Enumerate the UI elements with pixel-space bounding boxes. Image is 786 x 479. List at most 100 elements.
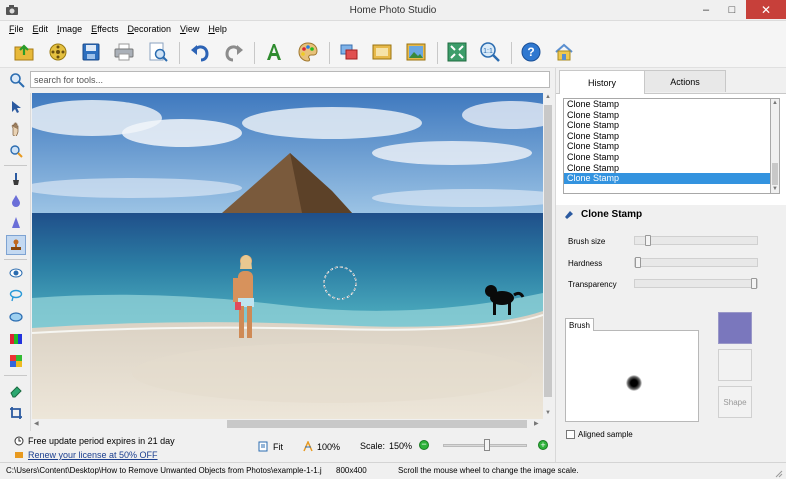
zoom-tool[interactable] — [6, 141, 26, 161]
secondary-swatch[interactable] — [718, 349, 752, 381]
history-item[interactable]: Clone Stamp — [564, 131, 770, 142]
hardness-knob[interactable] — [635, 257, 641, 268]
history-item[interactable]: Clone Stamp — [564, 152, 770, 163]
tool-separator — [4, 259, 27, 260]
hardness-slider[interactable] — [634, 257, 758, 268]
transparency-slider[interactable] — [634, 278, 758, 289]
mosaic-tool[interactable] — [6, 351, 26, 371]
menu-edit[interactable]: Edit — [33, 24, 49, 34]
select-tool[interactable] — [6, 97, 26, 117]
brush-size-slider[interactable] — [634, 235, 758, 246]
color-adjust-tool[interactable] — [6, 329, 26, 349]
tab-history[interactable]: History — [559, 70, 645, 94]
history-item[interactable]: Clone Stamp — [564, 141, 770, 152]
help-button[interactable]: ? — [518, 39, 544, 65]
history-list[interactable]: Clone Stamp Clone Stamp Clone Stamp Clon… — [563, 98, 771, 194]
layers-button[interactable] — [336, 39, 362, 65]
menu-view[interactable]: View — [180, 24, 199, 34]
open-folder-button[interactable] — [11, 39, 37, 65]
zoom-100-button[interactable]: 100% — [303, 441, 340, 452]
eraser-icon — [10, 386, 22, 398]
preview-button[interactable] — [145, 39, 171, 65]
minimize-button[interactable]: – — [693, 0, 719, 19]
menu-effects[interactable]: Effects — [91, 24, 118, 34]
fit-button[interactable]: Fit — [258, 441, 283, 452]
scroll-left-icon[interactable]: ◀ — [34, 420, 39, 427]
scale-slider-knob[interactable] — [484, 439, 490, 451]
history-item[interactable]: Clone Stamp — [564, 120, 770, 131]
blur-tool[interactable] — [6, 191, 26, 211]
fit-window-button[interactable] — [444, 39, 470, 65]
hand-tool[interactable] — [6, 119, 26, 139]
browse-button[interactable] — [45, 39, 71, 65]
eye-icon — [9, 268, 23, 278]
color-palette-button[interactable] — [295, 39, 321, 65]
history-item[interactable]: Clone Stamp — [564, 99, 770, 110]
history-item[interactable]: Clone Stamp — [564, 110, 770, 121]
brush-tool[interactable] — [6, 169, 26, 189]
crop-icon — [10, 407, 22, 419]
lasso-tool[interactable] — [6, 285, 26, 305]
title-bar: Home Photo Studio – □ ✕ — [0, 0, 786, 21]
canvas-vertical-scrollbar[interactable]: ▲ ▼ — [543, 93, 553, 419]
clone-stamp-tool[interactable] — [6, 235, 26, 255]
print-button[interactable] — [111, 39, 137, 65]
brush-tab[interactable]: Brush — [565, 318, 594, 331]
undo-arrow-icon — [191, 45, 209, 62]
tool-options-header: Clone Stamp — [563, 208, 642, 220]
image-canvas[interactable] — [32, 93, 543, 419]
menu-image[interactable]: Image — [57, 24, 82, 34]
shape-button[interactable]: Shape — [718, 386, 752, 418]
redo-button[interactable] — [221, 39, 247, 65]
history-scrollbar[interactable]: ▲ ▼ — [771, 98, 780, 194]
left-toolbar — [0, 93, 31, 433]
undo-button[interactable] — [187, 39, 213, 65]
frame-button[interactable] — [369, 39, 395, 65]
history-item[interactable]: Clone Stamp — [564, 163, 770, 174]
close-button[interactable]: ✕ — [746, 0, 786, 19]
renew-license-link[interactable]: Renew your license at 50% OFF — [28, 450, 158, 460]
tool-search-input[interactable] — [30, 71, 550, 88]
horizontal-scroll-thumb[interactable] — [227, 420, 527, 428]
brush-preview[interactable] — [565, 330, 699, 422]
tab-actions[interactable]: Actions — [644, 70, 726, 92]
ellipse-select-tool[interactable] — [6, 307, 26, 327]
menu-decoration[interactable]: Decoration — [127, 24, 171, 34]
photo-button[interactable] — [403, 39, 429, 65]
maximize-button[interactable]: □ — [719, 0, 745, 19]
toolbar-separator — [437, 42, 438, 64]
status-hint: Scroll the mouse wheel to change the ima… — [398, 466, 579, 475]
crop-tool[interactable] — [6, 403, 26, 423]
scroll-down-icon[interactable]: ▼ — [545, 410, 551, 416]
vertical-scroll-thumb[interactable] — [544, 105, 552, 397]
sharpen-tool[interactable] — [6, 213, 26, 233]
actual-size-button[interactable]: 1:1 — [477, 39, 503, 65]
history-scroll-up-icon[interactable]: ▲ — [772, 100, 778, 106]
canvas-horizontal-scrollbar[interactable]: ◀ ▶ — [32, 419, 543, 429]
red-eye-tool[interactable] — [6, 263, 26, 283]
scroll-up-icon[interactable]: ▲ — [545, 94, 551, 100]
save-button[interactable] — [78, 39, 104, 65]
eraser-tool[interactable] — [6, 381, 26, 401]
history-scroll-down-icon[interactable]: ▼ — [772, 186, 778, 192]
zoom-out-icon[interactable]: − — [419, 440, 429, 450]
history-item-selected[interactable]: Clone Stamp — [564, 173, 770, 184]
brush-size-knob[interactable] — [645, 235, 651, 246]
menu-help[interactable]: Help — [208, 24, 227, 34]
aligned-sample-row[interactable]: Aligned sample — [566, 430, 633, 439]
brush-color-swatch[interactable] — [718, 312, 752, 344]
zoom-in-icon[interactable]: + — [538, 440, 548, 450]
history-scroll-thumb[interactable] — [772, 163, 778, 185]
right-panel: History Actions Clone Stamp Clone Stamp … — [555, 68, 786, 462]
status-bar: C:\Users\Content\Desktop\How to Remove U… — [0, 462, 786, 479]
aligned-sample-checkbox[interactable] — [566, 430, 575, 439]
transparency-knob[interactable] — [751, 278, 757, 289]
menu-file[interactable]: File — [9, 24, 24, 34]
main-toolbar: 1:1 ? — [0, 36, 786, 68]
landscape-photo-icon — [406, 43, 426, 61]
text-tool-button[interactable] — [261, 39, 287, 65]
scroll-right-icon[interactable]: ▶ — [534, 420, 539, 427]
resize-grip-icon[interactable] — [774, 469, 783, 478]
zoom-percent-icon — [303, 441, 313, 452]
home-button[interactable] — [551, 39, 577, 65]
